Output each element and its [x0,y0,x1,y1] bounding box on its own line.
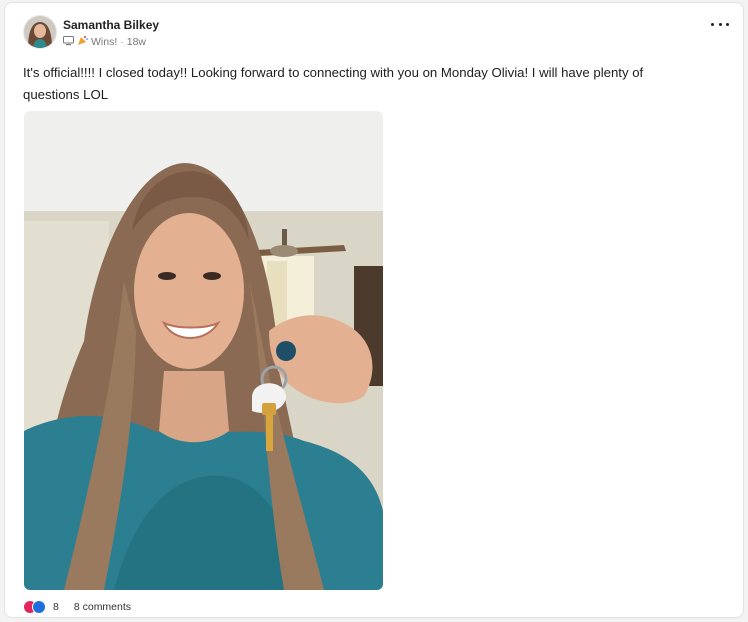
monitor-icon [63,35,74,49]
post-footer: 8 8 comments [23,599,131,615]
post-photo[interactable] [24,111,383,590]
separator: · [120,36,124,48]
more-horizontal-icon[interactable] [711,19,729,29]
avatar[interactable] [23,15,57,49]
category-label[interactable]: Wins! [91,36,117,48]
clap-icon [32,600,46,614]
reaction-count: 8 [53,601,59,613]
comments-link[interactable]: 8 comments [74,601,131,613]
post-meta: Wins! · 18w [63,35,146,49]
author-name[interactable]: Samantha Bilkey [63,18,159,32]
post-body: It's official!!!! I closed today!! Looki… [23,65,644,102]
reactions[interactable]: 8 [23,600,59,614]
post-time: 18w [126,36,147,48]
post-card: Samantha Bilkey Wins! · 18w It's officia… [4,2,744,618]
party-icon [77,35,88,49]
